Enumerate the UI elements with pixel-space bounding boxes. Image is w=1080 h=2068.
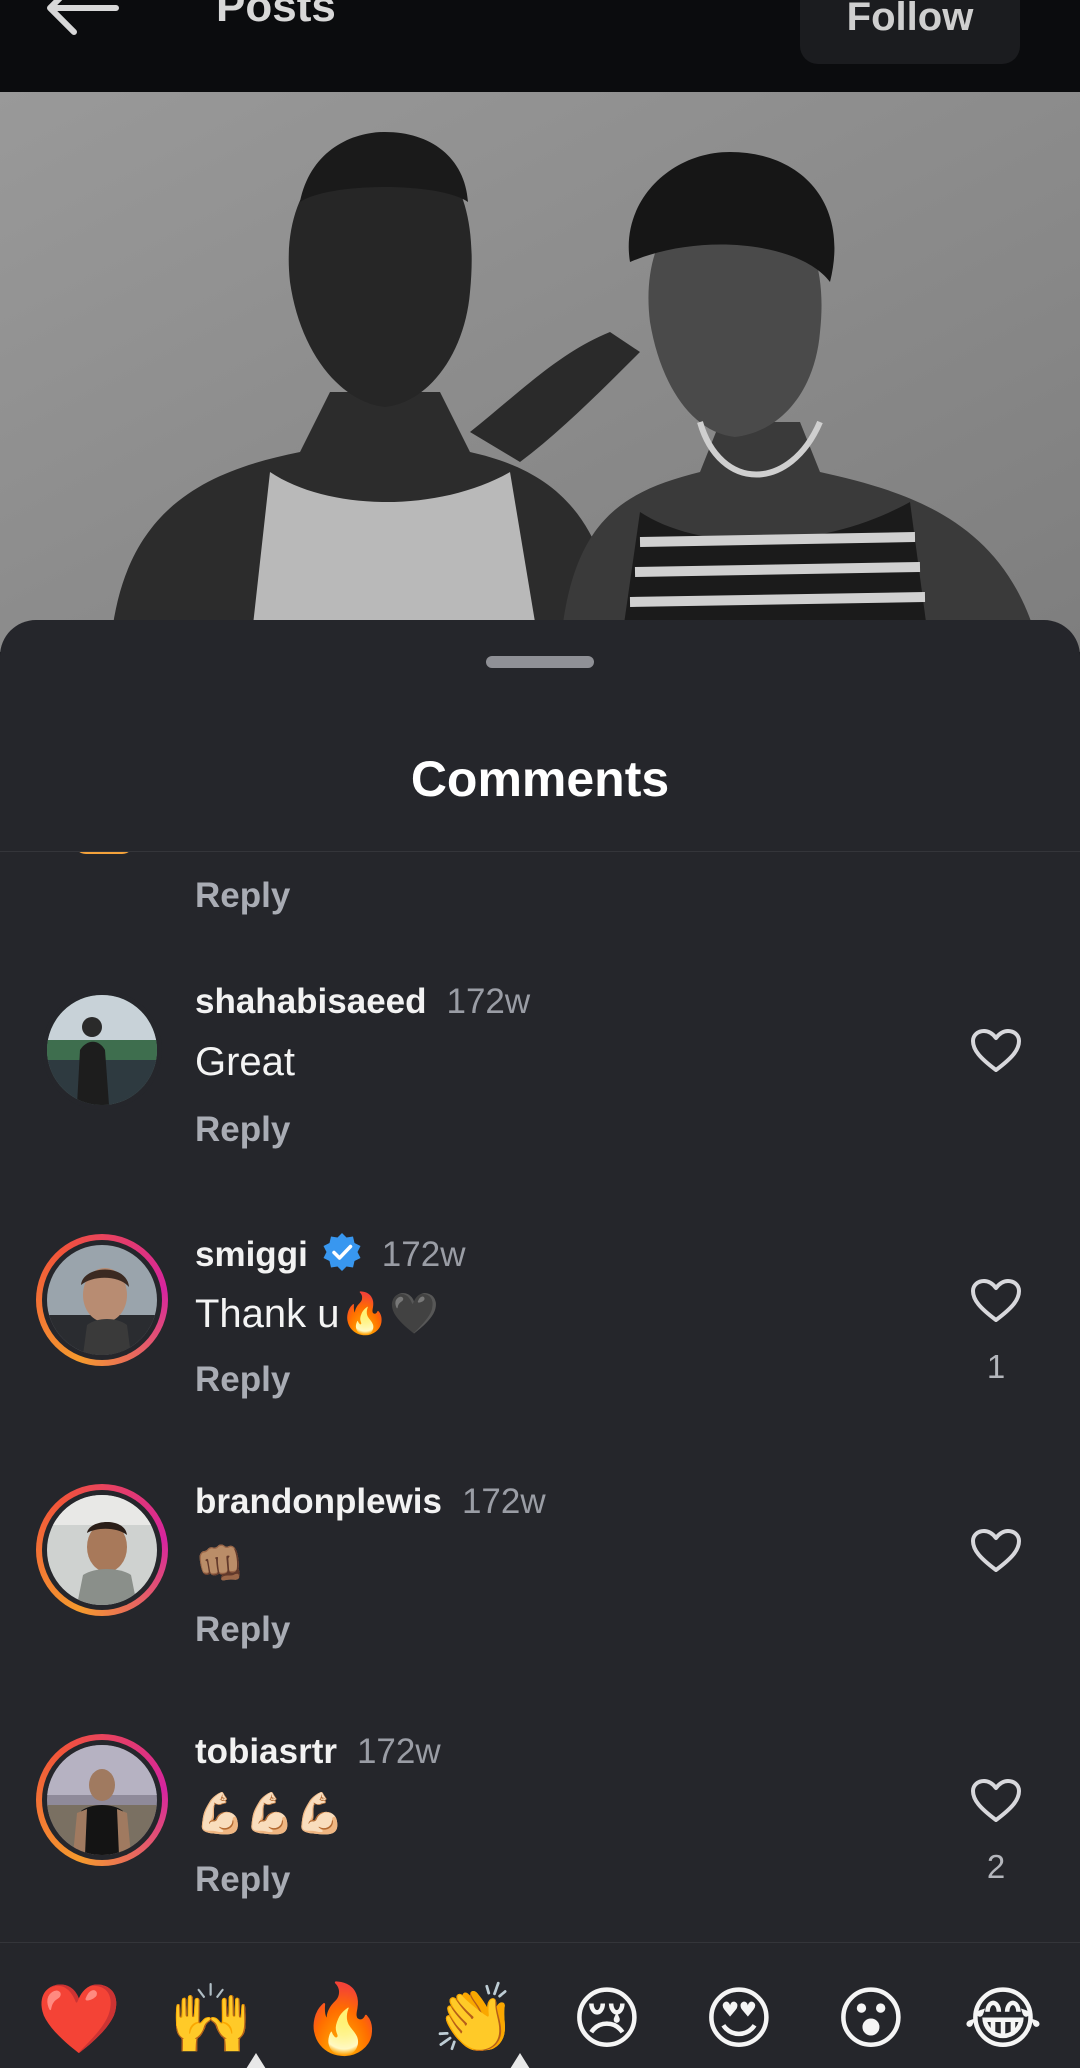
avatar-story-ring[interactable] <box>36 1734 168 1866</box>
avatar-story-ring[interactable] <box>36 1234 168 1366</box>
comment-text: 💪🏻💪🏻💪🏻 <box>195 1792 345 1836</box>
like-heart-icon[interactable] <box>970 1028 1022 1074</box>
comment-item: smiggi 172w Thank u🔥🖤 Reply 1 <box>0 1230 1080 1480</box>
comment-item: tobiasrtr 172w 💪🏻💪🏻💪🏻 Reply 2 <box>0 1730 1080 1962</box>
page-title: Posts <box>216 0 336 31</box>
comment-time: 172w <box>461 1482 546 1521</box>
scroll-indicator-icon <box>246 2053 266 2068</box>
scroll-indicator-icon <box>510 2053 530 2068</box>
sheet-title: Comments <box>410 751 670 807</box>
post-photo <box>0 92 1080 652</box>
verified-badge-icon <box>323 1233 361 1271</box>
avatar <box>74 852 134 854</box>
clapping-emoji-button[interactable]: 👏 <box>430 1975 520 2065</box>
comments-list[interactable]: Reply shahabisaeed 172w Great Reply smig… <box>0 852 1080 1962</box>
comments-sheet: Comments Reply shahabisaeed 172w Great R… <box>0 620 1080 2068</box>
comment-username[interactable]: tobiasrtr 172w <box>195 1732 441 1772</box>
comment-username[interactable]: brandonplewis 172w <box>195 1482 546 1522</box>
comment-item: brandonplewis 172w 👊🏽 Reply <box>0 1480 1080 1730</box>
heart-eyes-emoji-button[interactable]: 😍 <box>694 1975 784 2065</box>
like-heart-icon[interactable] <box>970 1528 1022 1574</box>
comment-text: Thank u🔥🖤 <box>195 1292 440 1336</box>
crying-emoji-button[interactable]: 😢 <box>562 1975 652 2065</box>
like-heart-icon[interactable] <box>970 1278 1022 1324</box>
heart-emoji-button[interactable]: ❤️ <box>34 1975 124 2065</box>
username-text[interactable]: tobiasrtr <box>195 1732 337 1771</box>
follow-button[interactable]: Follow <box>800 0 1020 64</box>
avatar-photo <box>47 1495 157 1605</box>
laughing-emoji-button[interactable]: 😂 <box>958 1975 1048 2065</box>
comment-text: 👊🏽 <box>195 1542 245 1586</box>
raised-hands-emoji-button[interactable]: 🙌 <box>166 1975 256 2065</box>
comment-text: Great <box>195 1040 296 1084</box>
comment-username[interactable]: shahabisaeed 172w <box>195 982 530 1022</box>
reply-button[interactable]: Reply <box>195 1360 290 1400</box>
like-count[interactable]: 2 <box>960 1848 1032 1886</box>
fire-emoji-button[interactable]: 🔥 <box>298 1975 388 2065</box>
username-text[interactable]: smiggi <box>195 1235 308 1274</box>
reply-button[interactable]: Reply <box>195 1610 290 1650</box>
like-count[interactable]: 1 <box>960 1348 1032 1386</box>
comment-item: shahabisaeed 172w Great Reply <box>0 980 1080 1230</box>
post-photo-illustration <box>0 92 1080 652</box>
avatar-photo <box>47 1745 157 1855</box>
comment-time: 172w <box>356 1732 441 1771</box>
reply-button[interactable]: Reply <box>195 876 290 916</box>
back-arrow-icon[interactable] <box>44 0 120 36</box>
avatar[interactable] <box>36 984 168 1116</box>
comment-time: 172w <box>446 982 531 1021</box>
username-text[interactable]: brandonplewis <box>195 1482 442 1521</box>
username-text[interactable]: shahabisaeed <box>195 982 427 1021</box>
avatar-photo <box>47 1245 157 1355</box>
avatar-photo <box>47 995 157 1105</box>
emoji-reaction-bar: ❤️ 🙌 🔥 👏 😢 😍 😮 😂 <box>0 1942 1080 2068</box>
comment-username[interactable]: smiggi 172w <box>195 1232 465 1275</box>
comment-time: 172w <box>381 1235 466 1274</box>
avatar-story-ring[interactable] <box>36 1484 168 1616</box>
surprised-emoji-button[interactable]: 😮 <box>826 1975 916 2065</box>
top-bar: Posts Follow <box>0 0 1080 92</box>
drag-handle[interactable] <box>486 656 594 668</box>
reply-button[interactable]: Reply <box>195 1110 290 1150</box>
like-heart-icon[interactable] <box>970 1778 1022 1824</box>
reply-button[interactable]: Reply <box>195 1860 290 1900</box>
